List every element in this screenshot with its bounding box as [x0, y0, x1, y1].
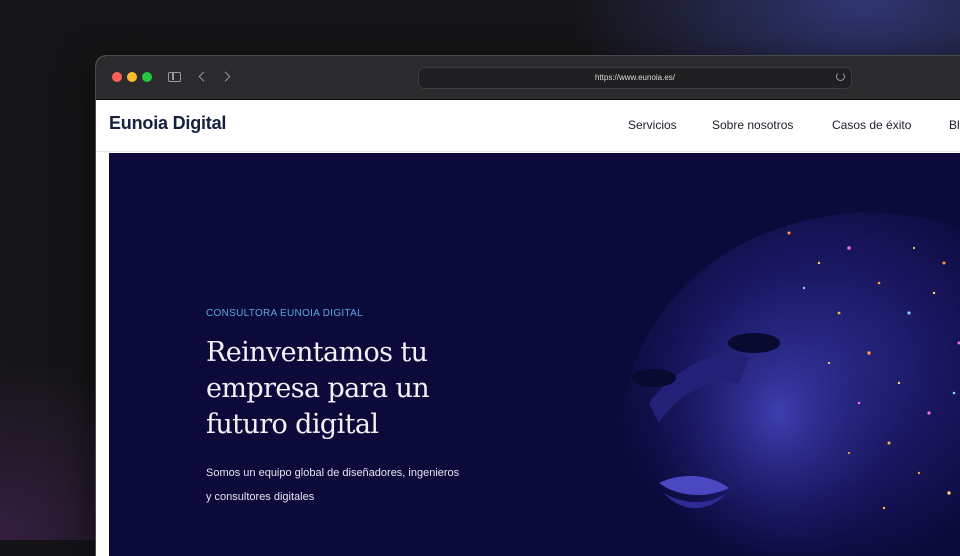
hero-face-image [589, 153, 960, 556]
reload-icon[interactable] [836, 72, 845, 81]
hero-section: CONSULTORA EUNOIA DIGITAL Reinventamos t… [109, 153, 960, 556]
browser-window: https://www.eunoia.es/ Eunoia Digital Se… [96, 56, 960, 556]
site-logo[interactable]: Eunoia Digital [109, 113, 226, 134]
close-window-button[interactable] [112, 72, 122, 82]
nav-link-servicios[interactable]: Servicios [628, 118, 677, 132]
hero-headline: Reinventamos tu empresa para un futuro d… [206, 335, 506, 443]
nav-link-sobre-nosotros[interactable]: Sobre nosotros [712, 118, 793, 132]
hero-eyebrow: CONSULTORA EUNOIA DIGITAL [206, 308, 363, 319]
forward-chevron-icon[interactable] [221, 72, 231, 82]
sidebar-toggle-icon[interactable] [168, 72, 181, 82]
back-chevron-icon[interactable] [199, 72, 209, 82]
nav-link-casos-de-exito[interactable]: Casos de éxito [832, 118, 911, 132]
browser-titlebar: https://www.eunoia.es/ [96, 56, 960, 100]
minimize-window-button[interactable] [127, 72, 137, 82]
site-header: Eunoia Digital Servicios Sobre nosotros … [96, 100, 960, 152]
web-page: Eunoia Digital Servicios Sobre nosotros … [96, 100, 960, 556]
nav-link-blog[interactable]: Bl [949, 118, 960, 132]
zoom-window-button[interactable] [142, 72, 152, 82]
hero-subtitle: Somos un equipo global de diseñadores, i… [206, 461, 466, 509]
address-bar[interactable]: https://www.eunoia.es/ [418, 67, 852, 89]
